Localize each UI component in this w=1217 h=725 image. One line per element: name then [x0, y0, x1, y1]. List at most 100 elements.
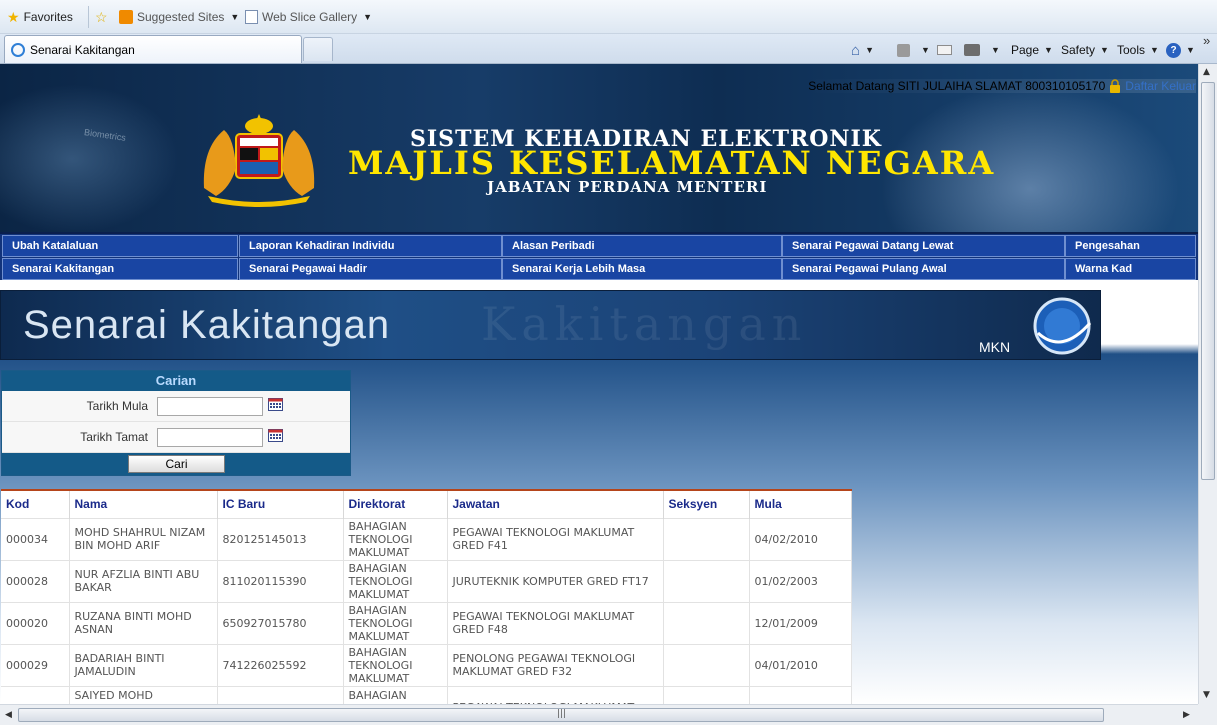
cell-direktorat: BAHAGIAN TEKNOLOGI MAKLUMAT — [343, 559, 448, 602]
table-row[interactable]: 000028 NUR AFZLIA BINTI ABU BAKAR 811020… — [1, 559, 852, 602]
feeds-button[interactable]: ▼ — [897, 40, 930, 60]
chevron-down-icon: ▼ — [230, 12, 240, 22]
page-banner: Kakitangan Senarai Kakitangan MKN — [0, 290, 1101, 360]
cell-ic-baru: 650927015780 — [217, 601, 344, 644]
cell-seksyen — [663, 517, 750, 560]
scroll-right-icon[interactable]: ▶ — [1183, 710, 1190, 720]
chevron-down-icon: ▼ — [921, 45, 930, 55]
table-row[interactable]: 000029 BADARIAH BINTI JAMALUDIN 74122602… — [1, 643, 852, 686]
menu-senarai-pegawai-datang-lewat[interactable]: Senarai Pegawai Datang Lewat — [782, 235, 1065, 257]
lock-icon — [1110, 79, 1121, 93]
end-date-row: Tarikh Tamat — [2, 422, 350, 453]
tools-menu[interactable]: Tools ▼ — [1117, 40, 1159, 60]
cell-seksyen — [663, 601, 750, 644]
add-favorites-button[interactable]: ☆ — [95, 8, 108, 26]
menu-senarai-kerja-lebih-masa[interactable]: Senarai Kerja Lebih Masa — [502, 258, 782, 280]
vertical-scroll-thumb[interactable] — [1201, 82, 1215, 480]
mkn-brand: MKN — [979, 339, 1011, 355]
council-title: MAJLIS KESELAMATAN NEGARA — [348, 144, 996, 182]
column-header-ic-baru[interactable]: IC Baru — [217, 489, 344, 518]
start-date-input[interactable] — [157, 397, 263, 416]
cell-ic-baru: 820125145013 — [217, 517, 344, 560]
menu-senarai-kakitangan[interactable]: Senarai Kakitangan — [2, 258, 238, 280]
column-header-nama[interactable]: Nama — [69, 489, 218, 518]
cell-jawatan: PEGAWAI TEKNOLOGI MAKLUMAT GRED F41 — [447, 517, 664, 560]
cell-seksyen — [663, 559, 750, 602]
staff-table: Kod Nama IC Baru Direktorat Jawatan Seks… — [1, 489, 852, 704]
cell-nama: SAIYED MOHD — [69, 685, 218, 704]
cell-nama: NUR AFZLIA BINTI ABU BAKAR — [69, 559, 218, 602]
cell-mula: 01/02/2003 — [749, 559, 852, 602]
end-date-label: Tarikh Tamat — [80, 430, 148, 444]
star-add-icon: ☆ — [95, 8, 108, 25]
search-button[interactable]: Cari — [128, 455, 225, 473]
page-menu[interactable]: Page ▼ — [1011, 40, 1053, 60]
rss-icon — [897, 43, 910, 57]
department-title: JABATAN PERDANA MENTERI — [487, 178, 768, 196]
web-slice-gallery-link[interactable]: Web Slice Gallery ▼ — [245, 8, 372, 26]
print-button[interactable]: ▼ — [964, 40, 1000, 60]
column-header-kod[interactable]: Kod — [1, 489, 70, 518]
cell-seksyen — [663, 643, 750, 686]
chevron-down-icon: ▼ — [865, 45, 874, 55]
column-header-mula[interactable]: Mula — [749, 489, 852, 518]
cell-nama: RUZANA BINTI MOHD ASNAN — [69, 601, 218, 644]
column-header-jawatan[interactable]: Jawatan — [447, 489, 664, 518]
mail-button[interactable] — [937, 40, 952, 60]
printer-icon — [964, 44, 980, 56]
new-tab-button[interactable] — [303, 37, 333, 61]
cell-mula: 12/01/2009 — [749, 601, 852, 644]
page-viewport: Biometrics SISTEM KEHADIRAN ELEKTRONIK M… — [0, 64, 1198, 704]
home-icon: ⌂ — [851, 41, 861, 59]
column-header-direktorat[interactable]: Direktorat — [343, 489, 448, 518]
calendar-icon[interactable] — [268, 429, 283, 442]
cell-seksyen — [663, 685, 750, 704]
suggested-sites-link[interactable]: Suggested Sites ▼ — [119, 8, 239, 26]
scroll-down-icon[interactable]: ▼ — [1203, 690, 1210, 700]
cell-kod: 000028 — [1, 559, 70, 602]
cell-kod — [1, 685, 70, 704]
table-header-row: Kod Nama IC Baru Direktorat Jawatan Seks… — [1, 489, 852, 518]
home-button[interactable]: ⌂ ▼ — [851, 40, 874, 60]
separator — [88, 6, 89, 28]
menu-laporan-kehadiran-individu[interactable]: Laporan Kehadiran Individu — [239, 235, 502, 257]
table-row[interactable]: 000034 MOHD SHAHRUL NIZAM BIN MOHD ARIF … — [1, 517, 852, 560]
globe-logo — [1033, 297, 1092, 355]
table-row[interactable]: SAIYED MOHD BAHAGIAN PEGAWAI TEKNOLOGI M… — [1, 685, 852, 704]
cell-direktorat: BAHAGIAN TEKNOLOGI MAKLUMAT — [343, 643, 448, 686]
search-heading: Carian — [2, 371, 350, 391]
logout-link[interactable]: Daftar Keluar — [1125, 79, 1196, 93]
eye-fingerprint-graphic — [0, 84, 180, 232]
help-menu[interactable]: ? ▼ — [1166, 40, 1195, 60]
chevron-down-icon: ▼ — [363, 12, 373, 22]
chevron-down-icon: ▼ — [991, 45, 1000, 55]
favorites-button[interactable]: ★ Favorites — [7, 8, 73, 26]
banner-watermark: Kakitangan — [481, 297, 808, 351]
cell-kod: 000029 — [1, 643, 70, 686]
cell-jawatan: PEGAWAI TEKNOLOGI MAKLUMAT — [447, 685, 664, 704]
menu-ubah-katalaluan[interactable]: Ubah Katalaluan — [2, 235, 238, 257]
end-date-input[interactable] — [157, 428, 263, 447]
main-menu: Ubah Katalaluan Laporan Kehadiran Indivi… — [0, 232, 1198, 280]
ie-page-icon — [11, 42, 25, 57]
menu-senarai-pegawai-pulang-awal[interactable]: Senarai Pegawai Pulang Awal — [782, 258, 1065, 280]
scroll-up-icon[interactable]: ▲ — [1203, 67, 1210, 77]
scroll-left-icon[interactable]: ◀ — [5, 710, 12, 720]
cell-direktorat: BAHAGIAN TEKNOLOGI MAKLUMAT — [343, 517, 448, 560]
menu-senarai-pegawai-hadir[interactable]: Senarai Pegawai Hadir — [239, 258, 502, 280]
menu-alasan-peribadi[interactable]: Alasan Peribadi — [502, 235, 782, 257]
tab-senarai-kakitangan[interactable]: Senarai Kakitangan — [4, 35, 302, 63]
menu-warna-kad[interactable]: Warna Kad — [1065, 258, 1196, 280]
calendar-icon[interactable] — [268, 398, 283, 411]
table-row[interactable]: 000020 RUZANA BINTI MOHD ASNAN 650927015… — [1, 601, 852, 644]
scroll-grip-icon: ||| — [557, 709, 567, 719]
horizontal-scrollbar[interactable]: ◀ ||| ▶ — [0, 704, 1198, 725]
welcome-bar: Selamat Datang SITI JULAIHA SLAMAT 80031… — [808, 79, 1196, 93]
toolbar-overflow-chevron[interactable]: » — [1203, 30, 1210, 50]
safety-menu[interactable]: Safety ▼ — [1061, 40, 1109, 60]
column-header-seksyen[interactable]: Seksyen — [663, 489, 750, 518]
vertical-scrollbar[interactable]: ▲ ▼ — [1198, 64, 1217, 704]
coat-of-arms-logo — [203, 114, 315, 207]
cell-nama: BADARIAH BINTI JAMALUDIN — [69, 643, 218, 686]
menu-pengesahan[interactable]: Pengesahan — [1065, 235, 1196, 257]
